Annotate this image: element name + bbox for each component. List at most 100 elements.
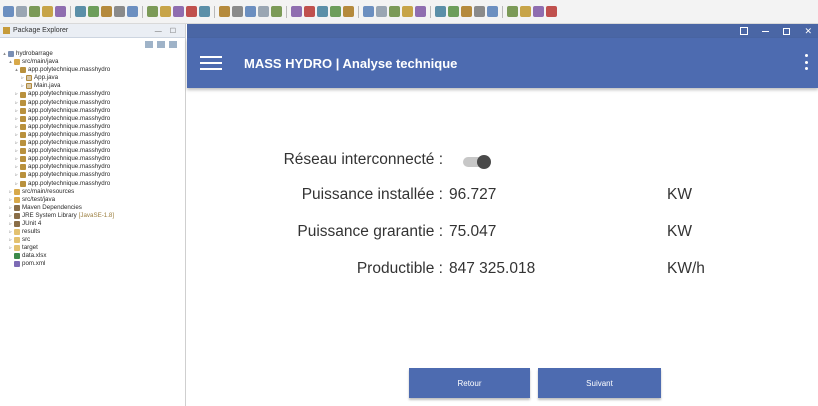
toolbar-save-all-icon[interactable]: [533, 6, 544, 17]
tree-item[interactable]: ▹ app.polytechnique.masshydro: [0, 163, 185, 171]
toolbar-open-type-icon[interactable]: [376, 6, 387, 17]
toolbar-coverage-icon[interactable]: [245, 6, 256, 17]
maximize-icon[interactable]: [783, 27, 791, 35]
tree-expander-icon[interactable]: ▹: [8, 204, 13, 212]
tree-item[interactable]: ▹ target: [0, 244, 185, 252]
toolbar-new-icon[interactable]: [3, 6, 14, 17]
tree-expander-icon[interactable]: ▹: [8, 228, 13, 236]
toolbar-external-icon[interactable]: [258, 6, 269, 17]
tree-item[interactable]: ▹ Main.java: [0, 82, 185, 90]
toolbar-nav-forward-icon[interactable]: [127, 6, 138, 17]
tree-expander-icon[interactable]: ▹: [14, 99, 19, 107]
tree-expander-icon[interactable]: ▹: [14, 163, 19, 171]
toolbar-nav-back-icon[interactable]: [448, 6, 459, 17]
tree-expander-icon[interactable]: ▴: [8, 58, 13, 66]
tree-expander-icon[interactable]: ▹: [20, 74, 25, 82]
tree-expander-icon[interactable]: ▹: [14, 123, 19, 131]
tree-expander-icon[interactable]: ▴: [14, 66, 19, 74]
toolbar-coverage-icon[interactable]: [75, 6, 86, 17]
toolbar-nav-forward-icon[interactable]: [291, 6, 302, 17]
tree-item[interactable]: ▹ app.polytechnique.masshydro: [0, 155, 185, 163]
link-editor-icon[interactable]: [157, 40, 165, 48]
toolbar-refresh-icon[interactable]: [487, 6, 498, 17]
back-button[interactable]: Retour: [409, 368, 530, 398]
tree-item[interactable]: ▴ src/main/java: [0, 58, 185, 66]
toolbar-search-icon[interactable]: [435, 6, 446, 17]
tree-expander-icon[interactable]: ▴: [2, 50, 7, 58]
toolbar-refresh-icon[interactable]: [317, 6, 328, 17]
toolbar-build-icon[interactable]: [160, 6, 171, 17]
toolbar-new-icon[interactable]: [343, 6, 354, 17]
toolbar-save-icon[interactable]: [16, 6, 27, 17]
tree-expander-icon[interactable]: ▹: [14, 139, 19, 147]
tree-expander-icon[interactable]: ▹: [8, 196, 13, 204]
tree-item[interactable]: ▹ app.polytechnique.masshydro: [0, 131, 185, 139]
toolbar-save-icon[interactable]: [186, 6, 197, 17]
tree-item[interactable]: ▴ app.polytechnique.masshydro: [0, 66, 185, 74]
toolbar-task-icon[interactable]: [474, 6, 485, 17]
tree-item[interactable]: ▹ results: [0, 228, 185, 236]
tree-item[interactable]: ▹ Maven Dependencies: [0, 204, 185, 212]
toolbar-nav-forward-icon[interactable]: [461, 6, 472, 17]
tree-item[interactable]: ▹ app.polytechnique.masshydro: [0, 115, 185, 123]
tree-item[interactable]: ▹ app.polytechnique.masshydro: [0, 171, 185, 179]
more-vert-icon[interactable]: [804, 54, 808, 70]
tree-expander-icon[interactable]: ▹: [8, 188, 13, 196]
toolbar-search-icon[interactable]: [271, 6, 282, 17]
tree-item[interactable]: ▹ app.polytechnique.masshydro: [0, 123, 185, 131]
tree-expander-icon[interactable]: ▹: [8, 220, 13, 228]
tree-item[interactable]: ▹ src/test/java: [0, 196, 185, 204]
toolbar-search-icon[interactable]: [101, 6, 112, 17]
tree-expander-icon[interactable]: ▹: [14, 131, 19, 139]
tree-expander-icon[interactable]: ▹: [8, 244, 13, 252]
tree-item[interactable]: pom.xml: [0, 260, 185, 268]
tree-item[interactable]: ▹ src: [0, 236, 185, 244]
tree-item[interactable]: data.xlsx: [0, 252, 185, 260]
next-button[interactable]: Suivant: [538, 368, 661, 398]
tree-expander-icon[interactable]: ▹: [14, 90, 19, 98]
tree-item[interactable]: ▹ app.polytechnique.masshydro: [0, 139, 185, 147]
toolbar-task-icon[interactable]: [304, 6, 315, 17]
fullscreen-icon[interactable]: [740, 27, 749, 35]
toolbar-run-icon[interactable]: [219, 6, 230, 17]
collapse-all-icon[interactable]: [145, 40, 153, 48]
toolbar-save-icon[interactable]: [520, 6, 531, 17]
tree-item[interactable]: ▹ src/main/resources: [0, 188, 185, 196]
toolbar-debug-icon[interactable]: [402, 6, 413, 17]
tree-expander-icon[interactable]: ▹: [14, 107, 19, 115]
toolbar-save-all-icon[interactable]: [199, 6, 210, 17]
toolbar-open-type-icon[interactable]: [42, 6, 53, 17]
minimize-icon[interactable]: [762, 30, 770, 32]
network-toggle[interactable]: [463, 155, 491, 169]
tree-item[interactable]: ▹ JRE System Library [JavaSE-1.8]: [0, 212, 185, 220]
tree-expander-icon[interactable]: ▹: [14, 115, 19, 123]
toolbar-build-icon[interactable]: [330, 6, 341, 17]
view-menu-icon[interactable]: [169, 40, 177, 48]
toolbar-save-all-icon[interactable]: [29, 6, 40, 17]
tree-item[interactable]: ▹ app.polytechnique.masshydro: [0, 99, 185, 107]
tree-expander-icon[interactable]: ▹: [14, 171, 19, 179]
toolbar-run-icon[interactable]: [389, 6, 400, 17]
package-explorer-tab[interactable]: Package Explorer — ☐: [0, 24, 185, 38]
tree-expander-icon[interactable]: ▹: [20, 82, 25, 90]
toolbar-debug-icon[interactable]: [232, 6, 243, 17]
tree-item[interactable]: ▹ app.polytechnique.masshydro: [0, 147, 185, 155]
toolbar-run-icon[interactable]: [55, 6, 66, 17]
toolbar-new-icon[interactable]: [173, 6, 184, 17]
tree-item[interactable]: ▹ app.polytechnique.masshydro: [0, 90, 185, 98]
view-menu-icon[interactable]: — ☐: [155, 27, 179, 35]
tree-expander-icon[interactable]: ▹: [8, 236, 13, 244]
toolbar-refresh-icon[interactable]: [147, 6, 158, 17]
tree-expander-icon[interactable]: ▹: [8, 212, 13, 220]
tree-item[interactable]: ▹ app.polytechnique.masshydro: [0, 180, 185, 188]
tree-expander-icon[interactable]: ▹: [14, 155, 19, 163]
tree-expander-icon[interactable]: ▹: [14, 180, 19, 188]
toolbar-open-type-icon[interactable]: [546, 6, 557, 17]
tree-item[interactable]: ▹ JUnit 4: [0, 220, 185, 228]
toolbar-coverage-icon[interactable]: [415, 6, 426, 17]
toolbar-external-icon[interactable]: [88, 6, 99, 17]
close-icon[interactable]: ✕: [804, 27, 812, 36]
toolbar-nav-back-icon[interactable]: [114, 6, 125, 17]
tree-item[interactable]: ▹ app.polytechnique.masshydro: [0, 107, 185, 115]
tree-item[interactable]: ▹ App.java: [0, 74, 185, 82]
